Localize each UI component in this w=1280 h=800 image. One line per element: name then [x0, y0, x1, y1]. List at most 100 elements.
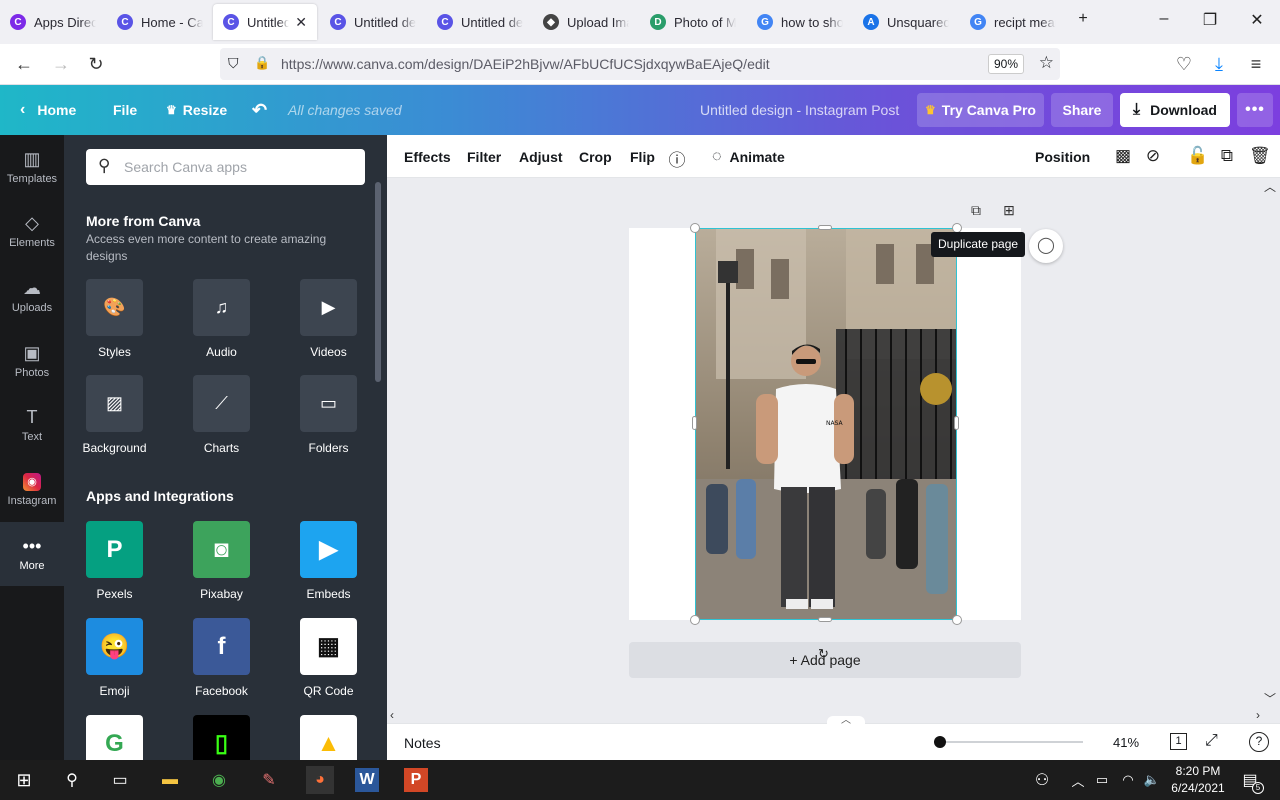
more-tile-styles[interactable]: 🎨: [86, 279, 143, 336]
browser-tab[interactable]: Grecipt meaning: [960, 4, 1066, 40]
wifi-icon[interactable]: ◠: [1116, 768, 1140, 792]
battery-icon[interactable]: ▭: [1090, 768, 1114, 792]
download-arrow-icon[interactable]: ⤓: [1208, 54, 1230, 75]
restore-icon[interactable]: ❐: [1200, 10, 1220, 30]
close-window-icon[interactable]: ✕: [1247, 10, 1267, 30]
resize-handle-bl[interactable]: [690, 615, 700, 625]
app-tile-pixabay[interactable]: ◙: [193, 521, 250, 578]
word-icon[interactable]: W: [355, 768, 379, 792]
rotate-comment-icon[interactable]: ◯: [1029, 229, 1063, 263]
resize-handle-bottom[interactable]: [818, 617, 832, 622]
browser-tab[interactable]: ◆ Upload Images: [533, 4, 639, 40]
copy-icon[interactable]: ⧉: [1217, 146, 1237, 166]
more-tile-folders[interactable]: ▭: [300, 375, 357, 432]
app-tile-qr-code[interactable]: ▦: [300, 618, 357, 675]
filter-button[interactable]: Filter: [467, 135, 501, 178]
browser-tab[interactable]: C Untitled design: [427, 4, 533, 40]
app-tile-emoji[interactable]: 😜: [86, 618, 143, 675]
selected-photo[interactable]: NASA: [695, 228, 957, 620]
more-tile-background[interactable]: ▨: [86, 375, 143, 432]
more-tile-videos[interactable]: ▶: [300, 279, 357, 336]
search-icon[interactable]: ⚲: [60, 768, 84, 792]
forward-icon[interactable]: →: [50, 54, 72, 75]
add-page-icon[interactable]: ⊞: [999, 202, 1019, 222]
help-icon[interactable]: ?: [1249, 732, 1269, 752]
menu-icon[interactable]: ≡: [1245, 54, 1267, 75]
address-bar[interactable]: ⛉ 🔒 https://www.canva.com/design/DAEiP2h…: [220, 48, 1060, 80]
zoom-level[interactable]: 41%: [1113, 735, 1139, 750]
flip-button[interactable]: Flip: [630, 135, 655, 178]
rail-item-text[interactable]: T Text: [0, 393, 64, 457]
rail-item-templates[interactable]: ▥ Templates: [0, 135, 64, 199]
rail-item-uploads[interactable]: ☁ Uploads: [0, 264, 64, 328]
new-tab-icon[interactable]: +: [1073, 10, 1093, 28]
browser-tab[interactable]: C Untitled design ✕: [213, 4, 317, 40]
zoom-slider-thumb[interactable]: [934, 736, 946, 748]
undo-icon[interactable]: ↶: [252, 85, 267, 135]
scroll-right-icon[interactable]: ›: [1256, 708, 1260, 722]
powerpoint-icon[interactable]: P: [404, 768, 428, 792]
chevron-up-icon[interactable]: ︿: [1066, 768, 1090, 792]
app-tile-app-7[interactable]: ▯: [193, 715, 250, 760]
duplicate-page-icon[interactable]: ⧉: [966, 202, 986, 222]
file-button[interactable]: File: [113, 85, 137, 135]
zoom-slider-track[interactable]: [939, 741, 1083, 743]
scroll-down-icon[interactable]: ﹀: [1264, 690, 1276, 707]
close-tab-icon[interactable]: ✕: [295, 14, 307, 31]
app-tile-facebook[interactable]: f: [193, 618, 250, 675]
more-tile-charts[interactable]: ⟋: [193, 375, 250, 432]
browser-tab[interactable]: D Photo of Man: [640, 4, 746, 40]
panel-scrollbar[interactable]: [375, 182, 381, 382]
app-tile-embeds[interactable]: ▶: [300, 521, 357, 578]
volume-icon[interactable]: 🔈: [1140, 768, 1164, 792]
notes-button[interactable]: Notes: [404, 735, 441, 751]
zoom-badge[interactable]: 90%: [987, 54, 1024, 74]
search-input[interactable]: [124, 159, 344, 175]
try-pro-button[interactable]: ♛ Try Canva Pro: [917, 93, 1044, 127]
app-tile-app-8[interactable]: ▲: [300, 715, 357, 760]
info-icon[interactable]: ⓘ: [667, 146, 687, 171]
crop-button[interactable]: Crop: [579, 135, 612, 178]
resize-handle-tl[interactable]: [690, 223, 700, 233]
more-options-button[interactable]: •••: [1237, 93, 1273, 127]
lock-icon[interactable]: 🔓: [1187, 146, 1208, 166]
chrome-icon[interactable]: ◉: [207, 768, 231, 792]
effects-button[interactable]: Effects: [404, 135, 451, 178]
scroll-up-icon[interactable]: ︿: [1264, 178, 1276, 195]
resize-handle-br[interactable]: [952, 615, 962, 625]
firefox-icon[interactable]: ◕: [306, 766, 334, 794]
back-icon[interactable]: ←: [13, 54, 35, 75]
star-icon[interactable]: ☆: [1039, 53, 1054, 73]
browser-tab[interactable]: A Unsquared: [853, 4, 959, 40]
clock-time[interactable]: 8:20 PM: [1170, 764, 1226, 778]
rail-item-photos[interactable]: ▣ Photos: [0, 329, 64, 393]
resize-handle-top[interactable]: [818, 225, 832, 230]
link-icon[interactable]: ⊘: [1143, 146, 1163, 166]
download-button[interactable]: ⤓ Download: [1120, 93, 1230, 127]
reload-icon[interactable]: ↻: [85, 54, 107, 75]
chevron-up-icon[interactable]: ︿: [827, 716, 865, 726]
people-icon[interactable]: ⚇: [1030, 768, 1054, 792]
app-tile-pexels[interactable]: P: [86, 521, 143, 578]
scroll-left-icon[interactable]: ‹: [390, 708, 394, 722]
adjust-button[interactable]: Adjust: [519, 135, 563, 178]
resize-handle-left[interactable]: [692, 416, 697, 430]
position-button[interactable]: Position: [1035, 135, 1090, 178]
rail-item-elements[interactable]: ◇ Elements: [0, 199, 64, 263]
rail-item-instagram[interactable]: ◉ Instagram: [0, 458, 64, 522]
resize-handle-right[interactable]: [954, 416, 959, 430]
more-tile-audio[interactable]: ♫: [193, 279, 250, 336]
animate-button[interactable]: ◌ Animate: [712, 135, 785, 178]
fullscreen-icon[interactable]: ⤢: [1205, 732, 1218, 750]
clock-date[interactable]: 6/24/2021: [1166, 781, 1230, 795]
windows-start-icon[interactable]: ⊞: [12, 768, 36, 792]
browser-tab[interactable]: C Untitled design: [320, 4, 426, 40]
file-explorer-icon[interactable]: ▬: [158, 768, 182, 792]
rail-item-more[interactable]: ••• More: [0, 522, 64, 586]
home-button[interactable]: ‹ Home: [20, 85, 76, 135]
task-view-icon[interactable]: ▭: [108, 768, 132, 792]
trash-icon[interactable]: 🗑: [1249, 146, 1271, 166]
minimize-icon[interactable]: –: [1154, 10, 1174, 28]
app-tile-app-6[interactable]: G: [86, 715, 143, 760]
browser-tab[interactable]: C Apps Directory: [0, 4, 106, 40]
